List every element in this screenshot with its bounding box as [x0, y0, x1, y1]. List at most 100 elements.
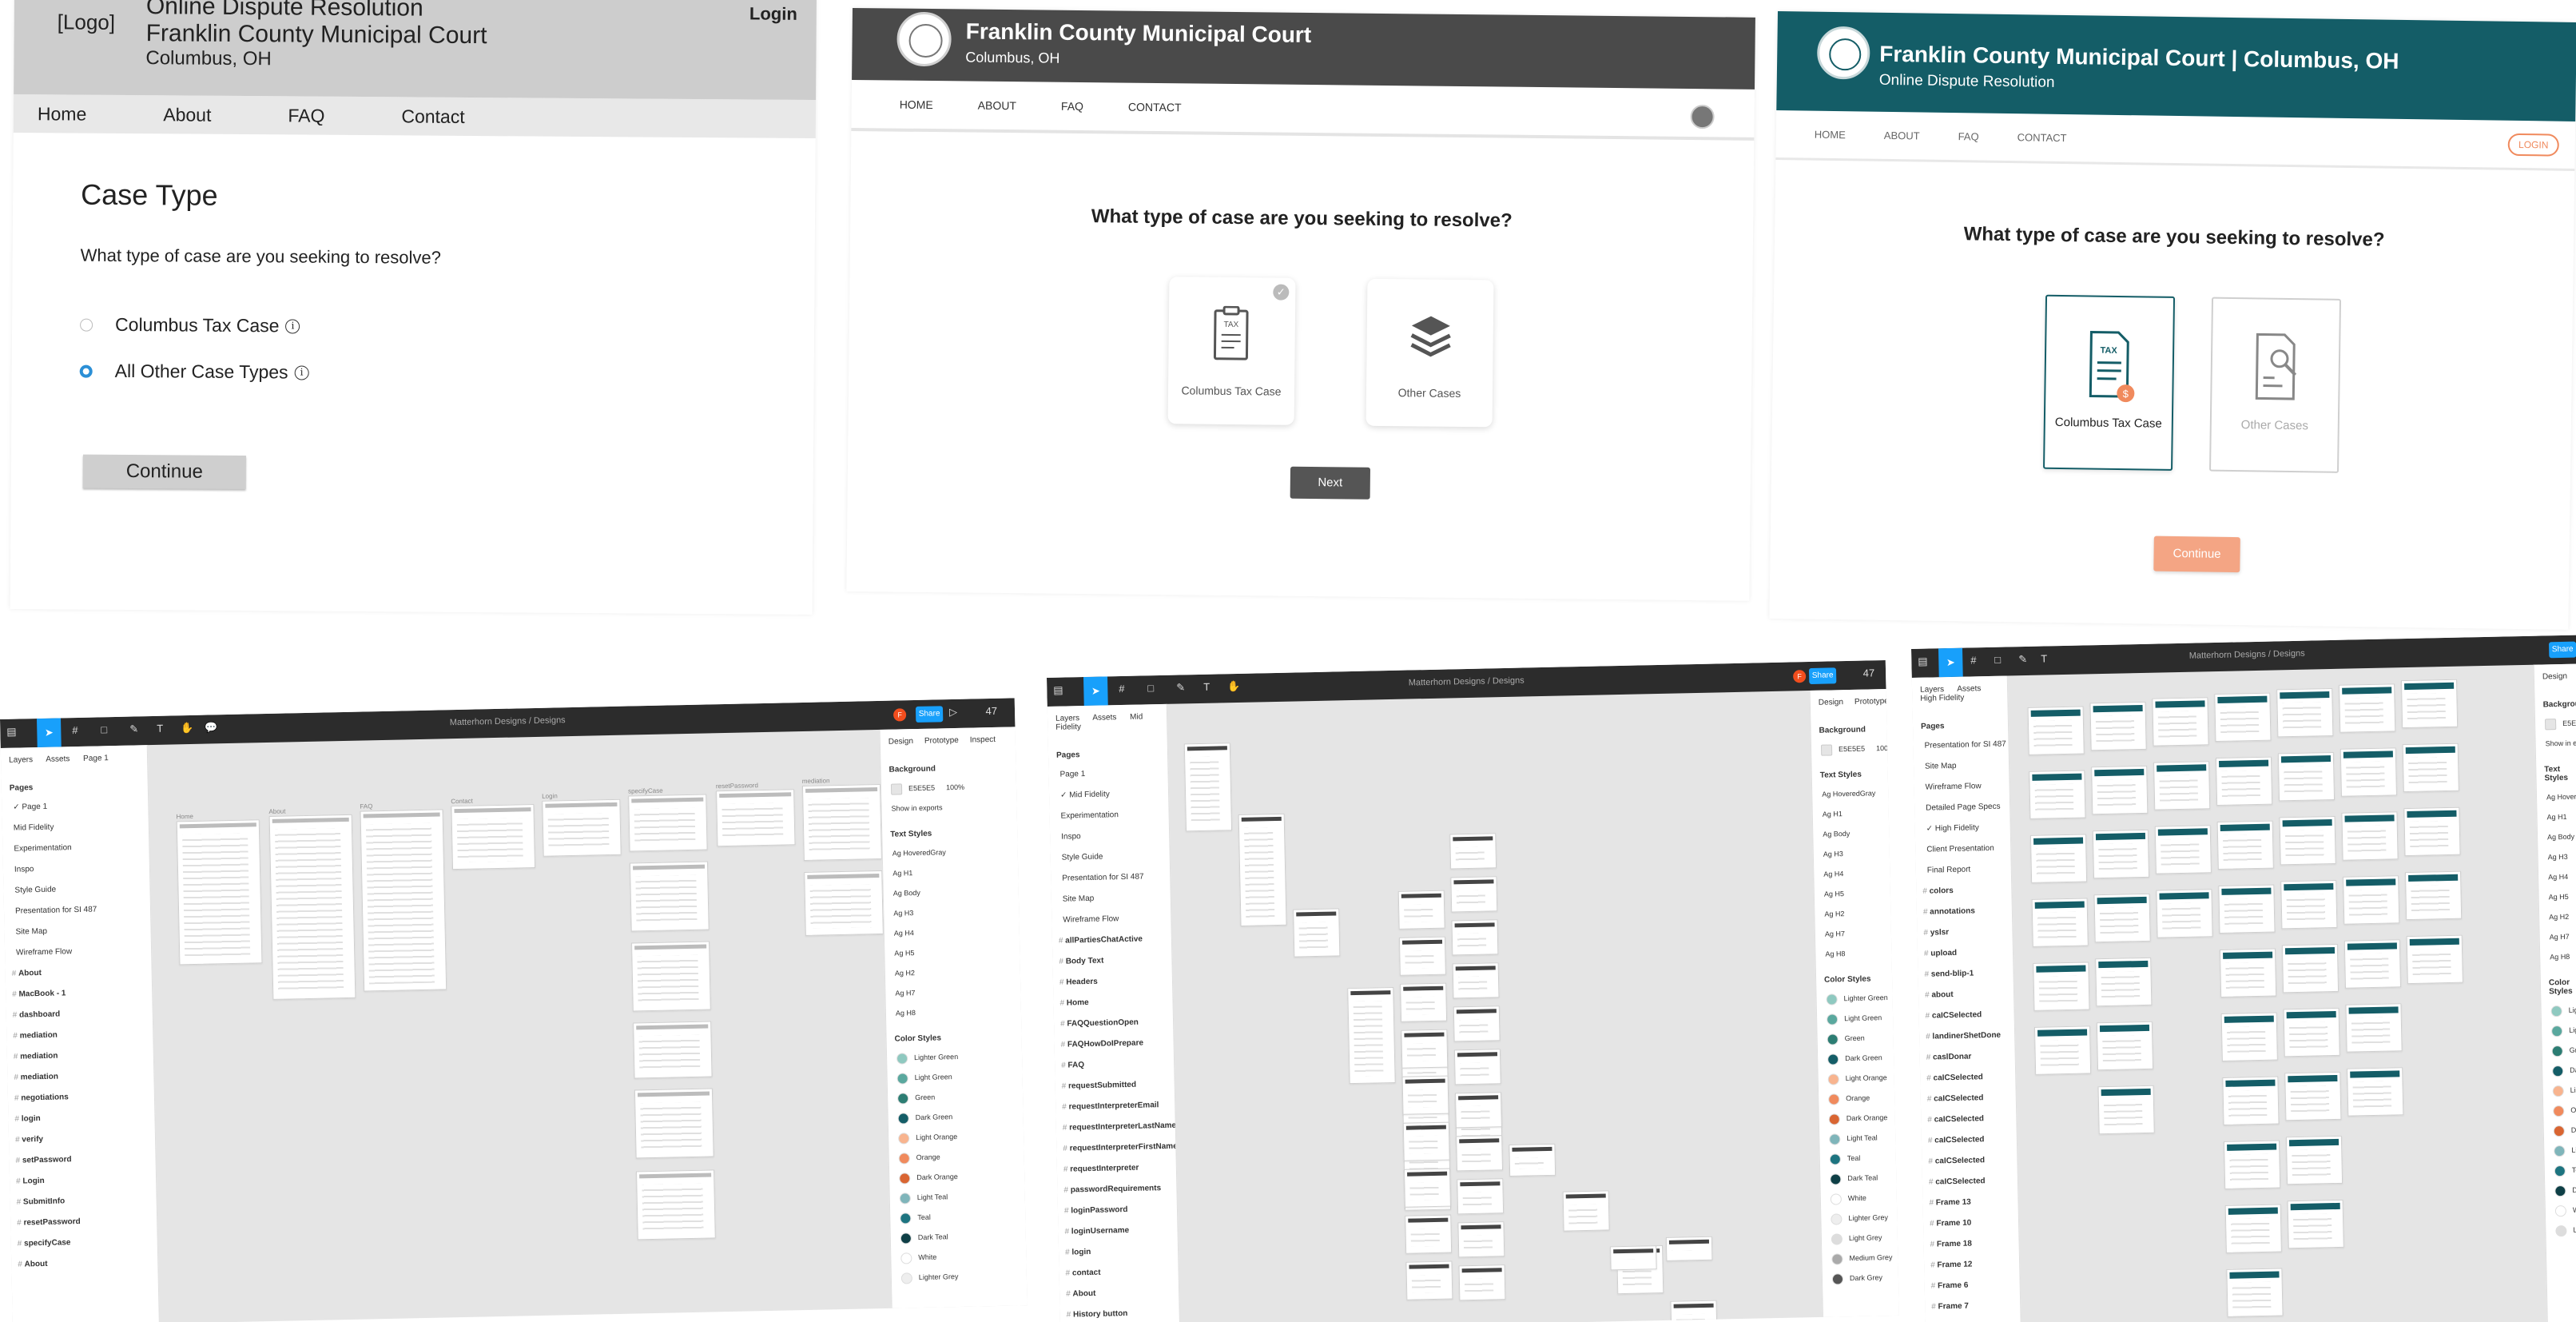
nav-faq[interactable]: FAQ [1958, 130, 1979, 142]
layer-item[interactable]: Login [10, 1169, 157, 1193]
color-style-item[interactable]: Dark Orange [1819, 1108, 1896, 1129]
frame-thumbnail[interactable] [1458, 1264, 1506, 1301]
color-style-item[interactable]: Dark Teal [2545, 1180, 2576, 1201]
layer-item[interactable]: about [1918, 983, 2014, 1005]
color-style-item[interactable]: Lighter Green [2541, 1000, 2576, 1021]
layer-item[interactable]: MacBook - 1 [6, 982, 153, 1005]
inspector-tab[interactable]: Prototype [924, 736, 959, 746]
frame-thumbnail[interactable] [1457, 1178, 1505, 1215]
color-style-item[interactable]: Light Teal [890, 1185, 1025, 1209]
color-style-item[interactable]: Lighter Green [887, 1045, 1022, 1069]
frame-thumbnail[interactable] [2406, 934, 2463, 985]
text-style-item[interactable]: Ag H1 [1813, 803, 1890, 825]
page-item[interactable]: Style Guide [1050, 846, 1170, 869]
color-style-item[interactable]: Orange [1819, 1088, 1895, 1109]
zoom-level[interactable]: 47 [985, 705, 997, 721]
frame-thumbnail[interactable] [2216, 820, 2274, 870]
page-item[interactable]: Detailed Page Specs [1914, 796, 2010, 818]
design-canvas[interactable] [2008, 665, 2547, 1322]
text-style-item[interactable]: Ag H5 [2538, 886, 2576, 907]
option-other-cases[interactable]: All Other Case Types i [79, 360, 309, 384]
color-style-item[interactable]: Dark Green [888, 1105, 1023, 1129]
layer-item[interactable]: Frame 12 [1924, 1253, 2020, 1276]
layer-item[interactable]: setPassword [9, 1148, 156, 1172]
frame-thumbnail[interactable] [2093, 893, 2151, 943]
layer-item[interactable]: About [5, 961, 152, 985]
frame-thumbnail[interactable] [2096, 1021, 2154, 1071]
info-icon[interactable]: i [285, 318, 300, 334]
text-style-item[interactable]: Ag H3 [1814, 843, 1890, 865]
layer-item[interactable]: Home [1053, 991, 1173, 1014]
layer-item[interactable]: SubmitInfo [10, 1189, 157, 1213]
page-item[interactable]: Style Guide [3, 878, 150, 902]
tab-layers[interactable]: Layers [1920, 685, 1944, 695]
frame-thumbnail[interactable] [1400, 982, 1448, 1022]
color-style-item[interactable]: Light Orange [2542, 1080, 2576, 1101]
text-style-item[interactable]: Ag H2 [1815, 903, 1891, 925]
layer-item[interactable]: About [11, 1252, 158, 1276]
tab-assets[interactable]: Assets [1092, 713, 1116, 723]
frame-thumbnail[interactable] [2220, 1012, 2278, 1061]
frame-thumbnail[interactable] [1453, 1049, 1501, 1085]
page-item[interactable]: ✓ High Fidelity [1914, 817, 2010, 839]
page-item[interactable]: Wireframe Flow [1914, 775, 2010, 798]
layer-item[interactable]: upload [1918, 942, 2013, 964]
color-style-item[interactable]: Green [1817, 1028, 1894, 1049]
text-style-item[interactable]: Ag H8 [2540, 946, 2576, 967]
nav-faq[interactable]: FAQ [1061, 100, 1083, 113]
card-columbus-tax[interactable]: ✓ TAX Columbus Tax Case [1167, 277, 1296, 425]
frame-thumbnail[interactable] [2089, 701, 2147, 751]
frame-thumbnail[interactable] [2029, 770, 2086, 819]
layer-item[interactable]: negotiations [8, 1085, 155, 1109]
frame-thumbnail[interactable] [1398, 936, 1446, 976]
frame-thumbnail[interactable] [804, 870, 884, 936]
design-canvas[interactable] [1167, 691, 1823, 1322]
nav-about[interactable]: About [163, 104, 211, 125]
frame-thumbnail[interactable] [2339, 683, 2396, 733]
design-canvas[interactable]: Home About FAQ Contact Login specifyCase… [148, 730, 892, 1322]
frame-thumbnail[interactable] [2403, 806, 2461, 857]
color-style-item[interactable]: Light Teal [2544, 1140, 2576, 1161]
layer-item[interactable]: requestInterpreterFirstName [1056, 1137, 1176, 1160]
color-style-item[interactable]: Orange [888, 1145, 1024, 1169]
page-item[interactable]: Site Map [1914, 755, 2010, 777]
frame-thumbnail[interactable] [2031, 898, 2089, 947]
frame-thumbnail[interactable] [2092, 829, 2150, 879]
radio-unchecked[interactable] [80, 318, 93, 332]
layer-item[interactable]: login [1059, 1240, 1179, 1264]
frame-thumbnail[interactable] [1670, 1300, 1718, 1322]
color-style-item[interactable]: Dark Teal [891, 1225, 1026, 1248]
tab-assets[interactable]: Assets [1957, 684, 1981, 694]
color-style-item[interactable]: Lighter Green [1816, 988, 1893, 1009]
text-style-item[interactable]: Ag H7 [885, 981, 1020, 1004]
frame-thumbnail[interactable] [2029, 834, 2088, 883]
frame-thumbnail[interactable] [2097, 1085, 2155, 1135]
frame-thumbnail[interactable] [2285, 1135, 2343, 1185]
text-style-item[interactable]: Ag H2 [885, 961, 1020, 984]
text-style-item[interactable]: Ag H5 [1815, 883, 1891, 905]
frame-thumbnail[interactable] [2276, 687, 2334, 738]
nav-home[interactable]: HOME [900, 98, 933, 111]
frame-thumbnail[interactable] [801, 783, 882, 861]
background-row[interactable]: E5E5E5 100% [1811, 739, 1887, 760]
layer-item[interactable]: caICSelected [1922, 1149, 2017, 1172]
layer-item[interactable]: requestInterpreterLastName [1056, 1116, 1175, 1139]
text-style-item[interactable]: Ag Body [2538, 826, 2576, 847]
frame-thumbnail[interactable] [1453, 1005, 1501, 1042]
frame-thumbnail[interactable] [1562, 1190, 1610, 1232]
color-style-item[interactable]: Light Orange [888, 1125, 1024, 1149]
page-item[interactable]: Experimentation [1049, 804, 1169, 827]
user-avatar[interactable]: F [892, 708, 907, 722]
layer-item[interactable]: loginUsername [1058, 1220, 1178, 1243]
file-title[interactable]: Matterhorn Designs / Designs [1911, 643, 2576, 667]
color-style-item[interactable]: Lighter Grey [892, 1265, 1027, 1288]
layer-item[interactable]: specifyCase [10, 1231, 157, 1255]
layer-item[interactable]: FAQHowDoIPrepare [1054, 1033, 1174, 1056]
frame-thumbnail[interactable] [1405, 1260, 1453, 1300]
layer-item[interactable]: Headers [1053, 970, 1173, 993]
frame-thumbnail[interactable] [2156, 889, 2213, 938]
page-item[interactable]: Presentation for SI 487 [4, 898, 151, 922]
layer-item[interactable]: colors [1916, 879, 2012, 902]
text-style-item[interactable]: Ag H3 [884, 901, 1019, 924]
layer-item[interactable]: resetPassword [10, 1210, 157, 1234]
